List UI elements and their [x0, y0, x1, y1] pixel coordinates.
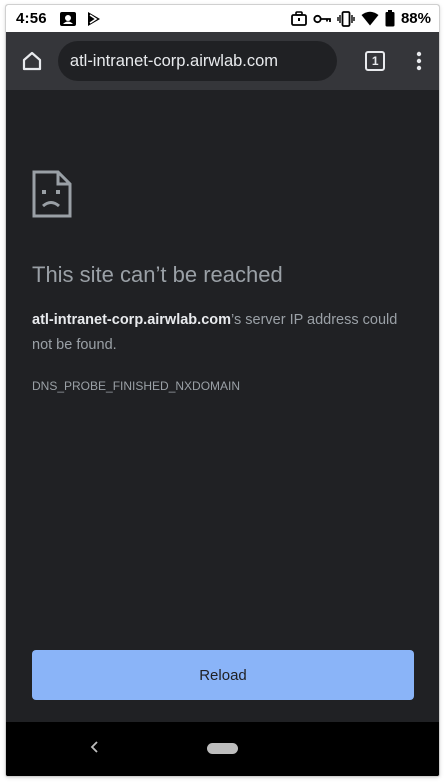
tab-switcher-icon: 1 — [365, 51, 386, 71]
status-right-icons: 88% — [291, 10, 431, 27]
home-icon — [21, 50, 43, 72]
home-button[interactable] — [8, 37, 56, 85]
battery-icon — [385, 10, 395, 27]
sad-page-icon — [32, 170, 72, 223]
overflow-menu-button[interactable] — [399, 37, 439, 85]
vpn-key-icon — [313, 13, 331, 25]
back-icon[interactable] — [88, 740, 100, 759]
battery-percent: 88% — [400, 10, 431, 27]
screen-record-icon — [59, 11, 77, 27]
tab-count: 1 — [371, 54, 379, 68]
more-vert-icon — [416, 51, 422, 71]
wifi-icon — [361, 11, 379, 26]
play-store-icon — [87, 11, 101, 27]
vibrate-icon — [337, 10, 355, 27]
status-bar: 4:56 88% — [6, 5, 439, 32]
error-host: atl-intranet-corp.airwlab.com — [32, 312, 232, 328]
error-code: DNS_PROBE_FINISHED_NXDOMAIN — [32, 379, 241, 393]
error-title: This site can’t be reached — [32, 262, 283, 287]
status-time: 4:56 — [16, 10, 47, 27]
browser-toolbar: atl-intranet-corp.airwlab.com 1 — [6, 32, 439, 90]
error-message: atl-intranet-corp.airwlab.com’s server I… — [32, 308, 412, 358]
error-page: This site can’t be reached atl-intranet-… — [6, 90, 439, 722]
url-bar[interactable]: atl-intranet-corp.airwlab.com — [57, 41, 338, 81]
reload-button[interactable]: Reload — [32, 650, 414, 700]
briefcase-icon — [291, 11, 307, 26]
url-text: atl-intranet-corp.airwlab.com — [69, 51, 279, 70]
home-pill-icon[interactable] — [207, 743, 238, 754]
tab-switcher-button[interactable]: 1 — [351, 37, 399, 85]
phone-screen: 4:56 88% atl-intranet-corp.airwlab.com 1… — [6, 5, 439, 776]
system-nav-bar — [6, 722, 439, 776]
status-left-icons — [59, 11, 101, 27]
